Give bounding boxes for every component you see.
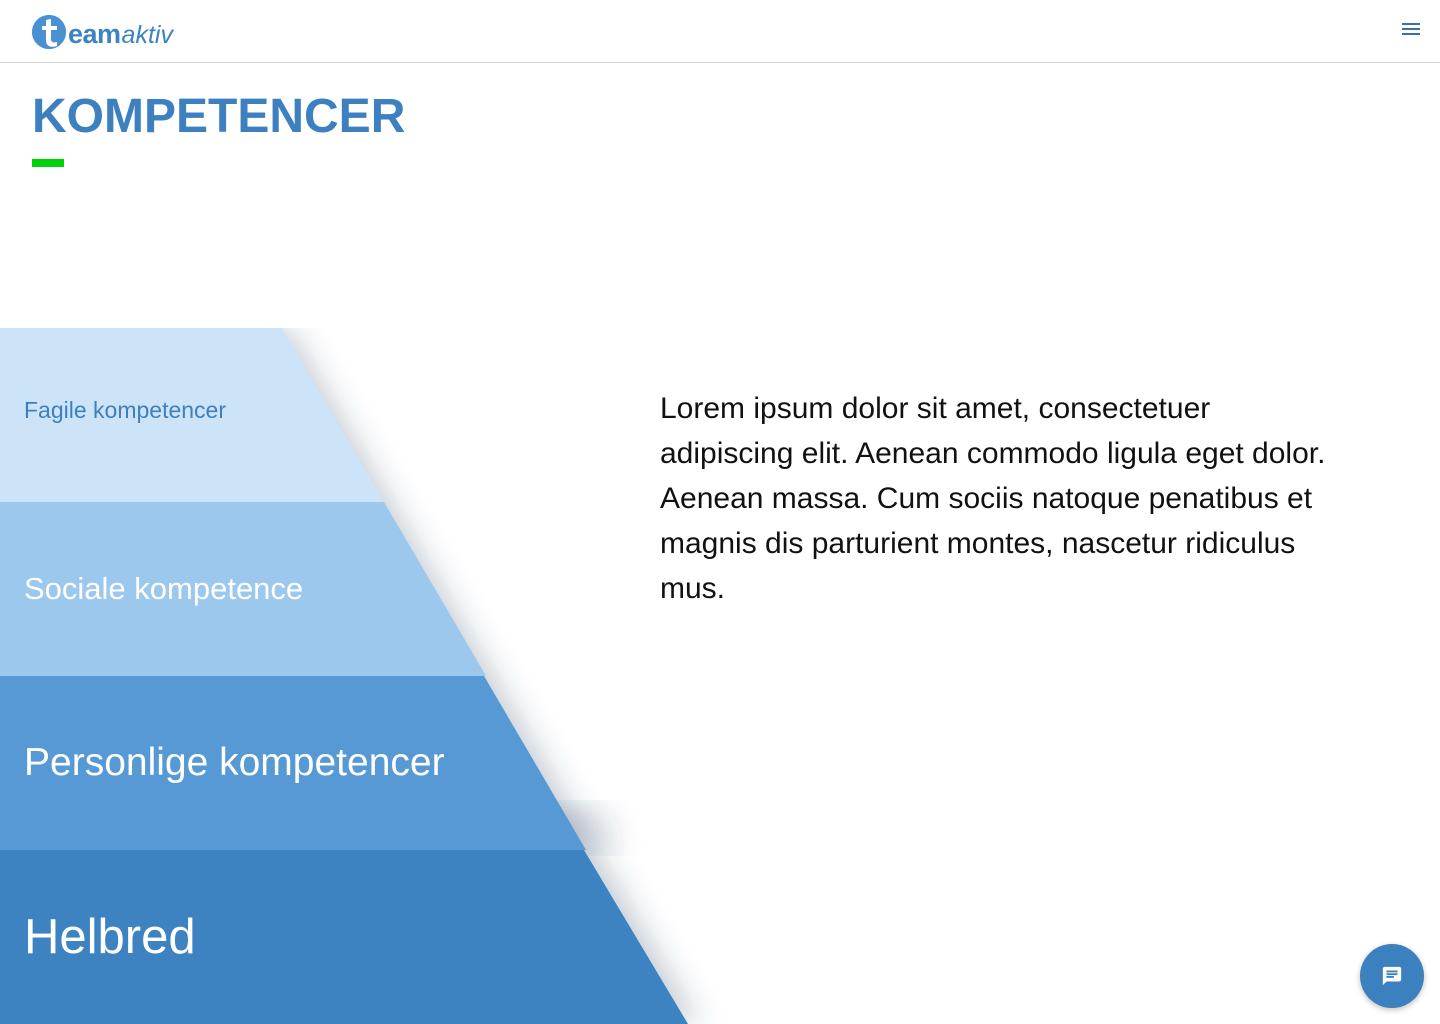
title-accent-bar (32, 159, 64, 167)
teamaktiv-logo[interactable]: eam aktiv (32, 13, 173, 51)
pyramid-level-label: Helbred (24, 910, 196, 964)
logo-team-text: eam (68, 18, 121, 49)
top-navbar: eam aktiv (0, 0, 1440, 63)
pyramid-level-personlige[interactable]: Personlige kompetencer (0, 676, 586, 850)
chat-button[interactable] (1360, 944, 1424, 1008)
logo-aktiv-text: aktiv (121, 20, 173, 49)
menu-bar (1402, 33, 1420, 35)
pyramid-level-helbred[interactable]: Helbred (0, 850, 688, 1024)
pyramid-level-label: Sociale kompetence (24, 571, 304, 606)
logo-t-badge (32, 15, 66, 49)
chat-message-icon (1382, 966, 1402, 986)
pyramid-level-label: Fagile kompetencer (24, 396, 226, 423)
competence-pyramid: Fagile kompetencer Sociale kompetence Pe… (0, 328, 700, 1024)
hamburger-menu-icon[interactable] (1400, 18, 1422, 40)
menu-bar (1402, 23, 1420, 25)
description-text: Lorem ipsum dolor sit amet, consectetuer… (660, 392, 1326, 605)
menu-bar (1402, 28, 1420, 30)
pyramid-level-label: Personlige kompetencer (24, 741, 445, 784)
page: eam aktiv KOMPETENCER Fagile kompetencer… (0, 0, 1440, 1024)
page-title: KOMPETENCER (32, 90, 406, 143)
